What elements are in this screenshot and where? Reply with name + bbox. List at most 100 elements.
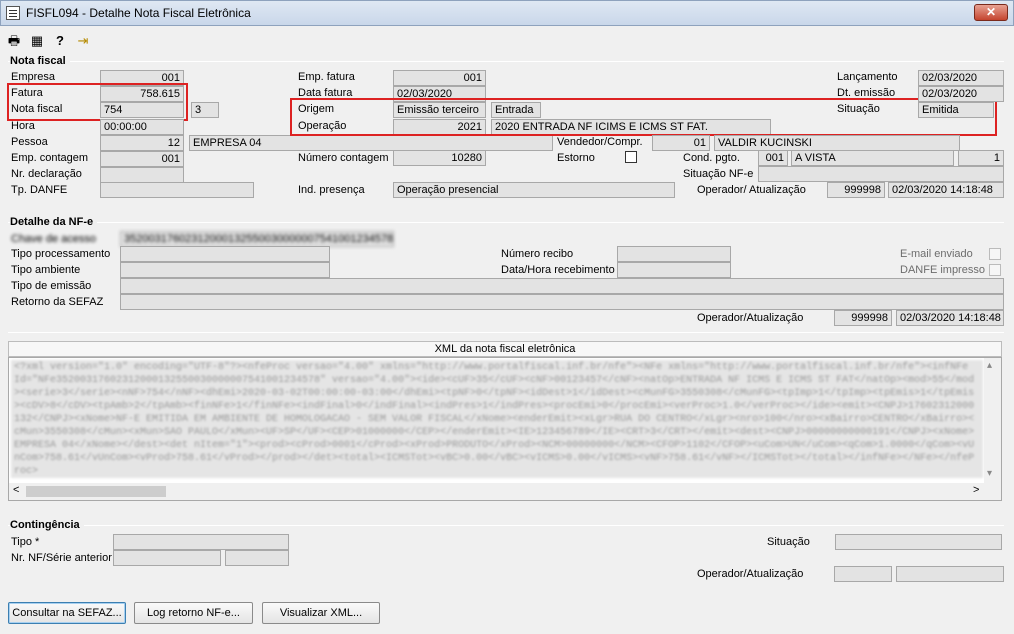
nota-fiscal-group-title: Nota fiscal	[10, 55, 70, 67]
nr-declaracao-field[interactable]	[100, 167, 184, 183]
highlight-fatura-nota	[7, 83, 188, 121]
hora-field[interactable]: 00:00:00	[100, 119, 184, 135]
horizontal-scroll-thumb[interactable]	[26, 486, 166, 497]
tipo-processamento-label: Tipo processamento	[11, 248, 111, 260]
nr-nf-anterior-field[interactable]	[113, 550, 221, 566]
tipo-emissao-label: Tipo de emissão	[11, 280, 92, 292]
nfe-operador-datetime-field[interactable]: 02/03/2020 14:18:48	[896, 310, 1004, 326]
xml-textarea[interactable]: <?xml version="1.0" encoding="UTF-8"?><n…	[8, 357, 1002, 501]
tipo-ambiente-field[interactable]	[120, 262, 330, 278]
exit-icon[interactable]: ⇥	[74, 32, 92, 50]
lancamento-label: Lançamento	[837, 71, 898, 83]
chave-acesso-field[interactable]: 3520031760231200013255003000000754100123…	[120, 231, 394, 247]
operador-label: Operador/ Atualização	[697, 184, 806, 196]
log-retorno-nfe-button[interactable]: Log retorno NF-e...	[134, 602, 253, 624]
hora-label: Hora	[11, 120, 35, 132]
estorno-label: Estorno	[557, 152, 595, 164]
cond-pgto-code-field[interactable]: 001	[758, 150, 788, 166]
nr-nf-serie-anterior-label: Nr. NF/Série anterior	[11, 552, 112, 564]
retorno-sefaz-label: Retorno da SEFAZ	[11, 296, 104, 308]
tipo-emissao-field[interactable]	[120, 278, 1004, 294]
vendedor-label: Vendedor/Compr.	[557, 136, 643, 148]
calculator-icon[interactable]: ▦	[28, 32, 46, 50]
emp-fatura-field[interactable]: 001	[393, 70, 486, 86]
emp-contagem-field[interactable]: 001	[100, 151, 184, 167]
divider	[8, 332, 1004, 333]
tipo-ambiente-label: Tipo ambiente	[11, 264, 81, 276]
data-hora-recebimento-field[interactable]	[617, 262, 731, 278]
scroll-left-icon[interactable]: <	[13, 484, 19, 496]
data-hora-recebimento-label: Data/Hora recebimento	[501, 264, 615, 276]
numero-recibo-field[interactable]	[617, 246, 731, 262]
serie-anterior-field[interactable]	[225, 550, 289, 566]
cond-pgto-desc-field[interactable]: A VISTA	[791, 150, 954, 166]
nfe-operador-code-field[interactable]: 999998	[834, 310, 892, 326]
ind-presenca-label: Ind. presença	[298, 184, 365, 196]
nfe-operador-label: Operador/Atualização	[697, 312, 804, 324]
pessoa-code-field[interactable]: 12	[100, 135, 184, 151]
emp-fatura-label: Emp. fatura	[298, 71, 355, 83]
danfe-impresso-label: DANFE impresso	[900, 264, 985, 276]
ind-presenca-field[interactable]: Operação presencial	[393, 182, 675, 198]
situacao-label: Situação	[837, 103, 880, 115]
operador-code-field[interactable]: 999998	[827, 182, 885, 198]
pessoa-name-field[interactable]: EMPRESA 04	[189, 135, 553, 151]
pessoa-label: Pessoa	[11, 136, 48, 148]
visualizar-xml-button[interactable]: Visualizar XML...	[262, 602, 380, 624]
group-line	[8, 525, 1004, 526]
contingencia-group-title: Contingência	[10, 519, 84, 531]
xml-content: <?xml version="1.0" encoding="UTF-8"?><n…	[11, 360, 983, 478]
tp-danfe-label: Tp. DANFE	[11, 184, 68, 196]
tp-danfe-field[interactable]	[100, 182, 254, 198]
xml-horizontal-scrollbar[interactable]: < >	[9, 483, 1001, 500]
vendedor-name-field[interactable]: VALDIR KUCINSKI	[714, 135, 960, 151]
vendedor-code-field[interactable]: 01	[652, 135, 710, 151]
detalhe-nfe-group-title: Detalhe da NF-e	[10, 216, 98, 228]
scroll-up-icon[interactable]: ▴	[987, 360, 992, 371]
contingencia-situacao-label: Situação	[767, 536, 810, 548]
numero-contagem-label: Número contagem	[298, 152, 389, 164]
operador-datetime-field[interactable]: 02/03/2020 14:18:48	[888, 182, 1004, 198]
nr-declaracao-label: Nr. declaração	[11, 168, 82, 180]
scroll-down-icon[interactable]: ▾	[987, 468, 992, 479]
dt-emissao-field[interactable]: 02/03/2020	[918, 86, 1004, 102]
estorno-checkbox[interactable]	[625, 151, 637, 163]
tipo-processamento-field[interactable]	[120, 246, 330, 262]
close-button[interactable]: ✕	[974, 4, 1008, 21]
toolbar	[0, 26, 1014, 54]
contingencia-tipo-label: Tipo *	[11, 536, 40, 548]
situacao-nfe-label: Situação NF-e	[683, 168, 754, 180]
cond-pgto-parcelas-field[interactable]: 1	[958, 150, 1004, 166]
consultar-sefaz-button[interactable]: Consultar na SEFAZ...	[8, 602, 126, 624]
xml-header: XML da nota fiscal eletrônica	[8, 341, 1002, 357]
retorno-sefaz-field[interactable]	[120, 294, 1004, 310]
dt-emissao-label: Dt. emissão	[837, 87, 896, 99]
empresa-label: Empresa	[11, 71, 56, 83]
numero-contagem-field[interactable]: 10280	[393, 150, 486, 166]
situacao-nfe-field[interactable]	[758, 166, 1004, 182]
contingencia-situacao-field[interactable]	[835, 534, 1002, 550]
serie-field[interactable]: 3	[191, 102, 219, 118]
print-icon[interactable]: 🖶	[5, 32, 23, 50]
xml-vertical-scrollbar[interactable]: ▴ ▾	[984, 358, 1001, 484]
danfe-impresso-checkbox[interactable]	[989, 264, 1001, 276]
contingencia-tipo-field[interactable]	[113, 534, 289, 550]
lancamento-field[interactable]: 02/03/2020	[918, 70, 1004, 86]
app-icon	[6, 6, 20, 20]
situacao-field[interactable]: Emitida	[918, 102, 994, 118]
highlight-origem-operacao	[290, 98, 997, 136]
contingencia-operador-label: Operador/Atualização	[697, 568, 804, 580]
email-enviado-checkbox[interactable]	[989, 248, 1001, 260]
cond-pgto-label: Cond. pgto.	[683, 152, 740, 164]
scroll-right-icon[interactable]: >	[973, 484, 979, 496]
help-icon[interactable]: ?	[51, 32, 69, 50]
window-title: FISFL094 - Detalhe Nota Fiscal Eletrônic…	[26, 6, 251, 20]
group-line	[8, 61, 1004, 62]
contingencia-operador-code-field[interactable]	[834, 566, 892, 582]
chave-acesso-label: Chave de acesso	[11, 233, 96, 245]
group-line	[8, 222, 1004, 223]
email-enviado-label: E-mail enviado	[900, 248, 973, 260]
contingencia-operador-datetime-field[interactable]	[896, 566, 1004, 582]
emp-contagem-label: Emp. contagem	[11, 152, 89, 164]
numero-recibo-label: Número recibo	[501, 248, 574, 260]
